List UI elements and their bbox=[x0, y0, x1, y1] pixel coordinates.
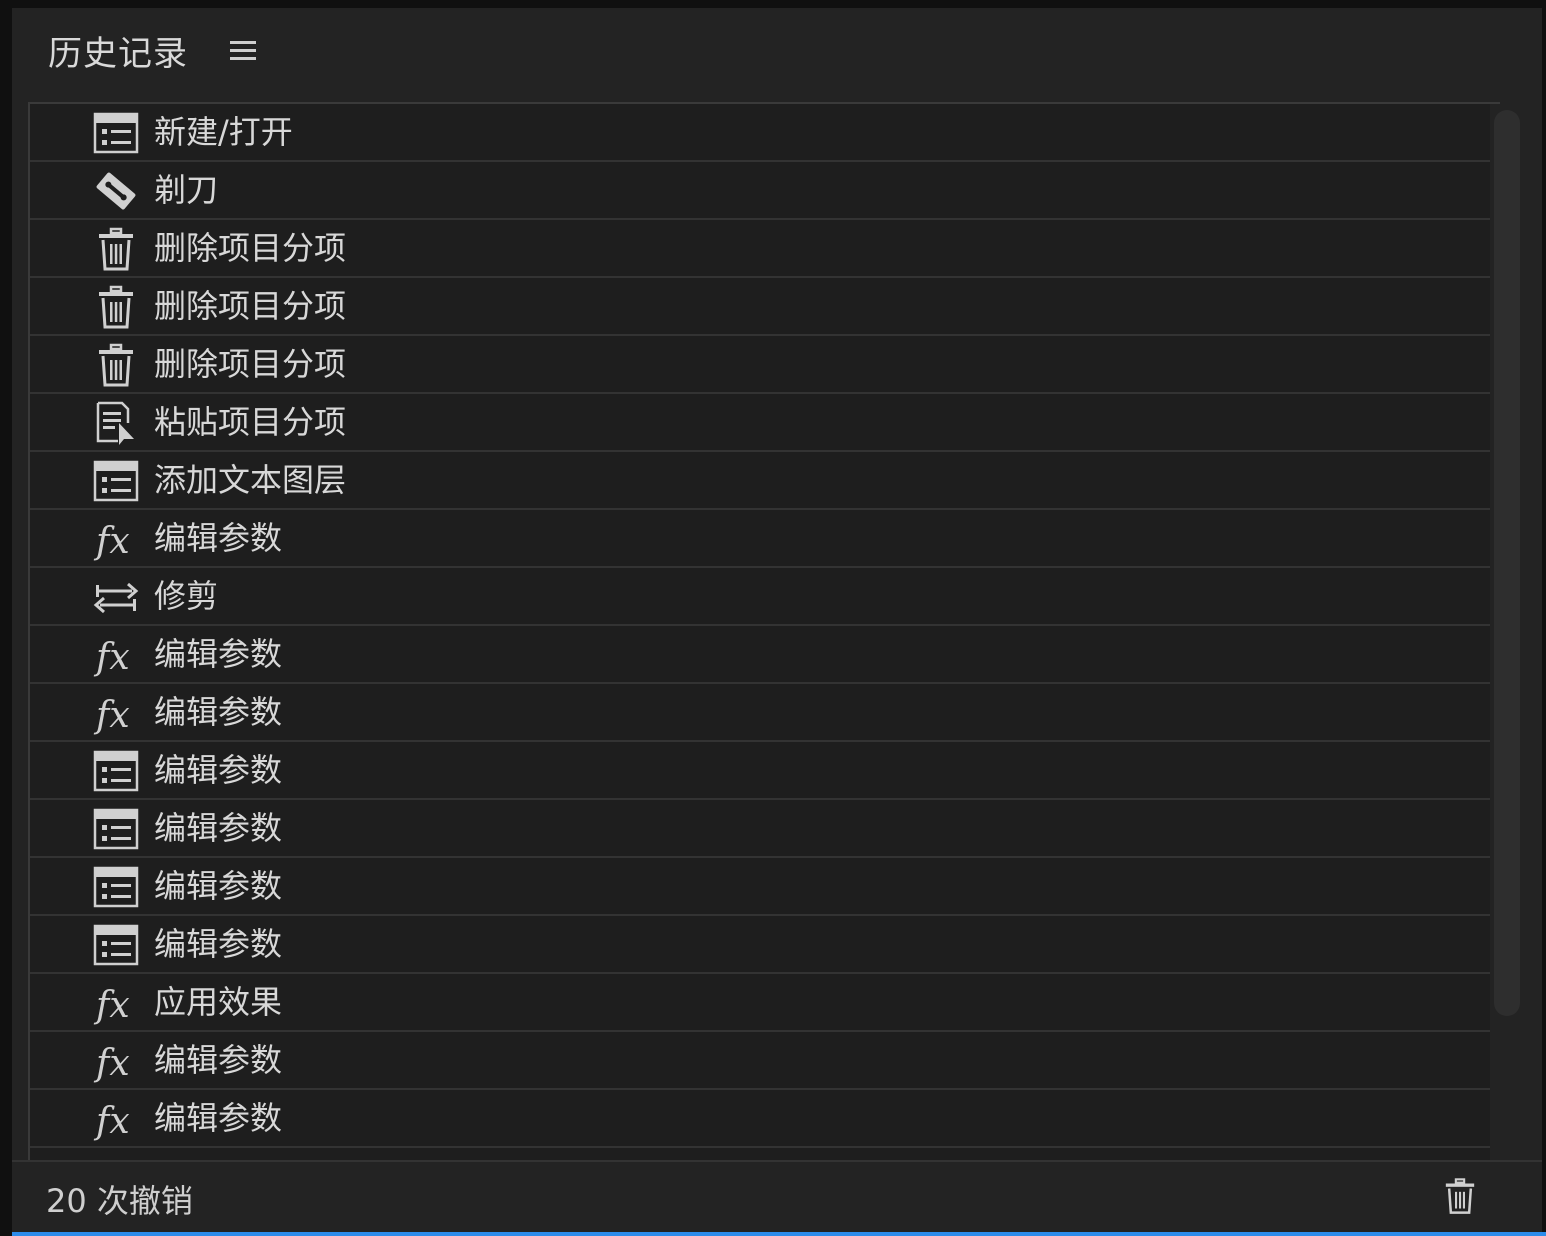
history-item[interactable]: 应用效果 bbox=[30, 974, 1490, 1032]
history-item-label: 应用效果 bbox=[154, 983, 283, 1021]
history-item[interactable]: 删除项目分项 bbox=[30, 278, 1490, 336]
history-item-label: 编辑参数 bbox=[154, 693, 283, 731]
history-item[interactable]: 修剪 bbox=[30, 568, 1490, 626]
trash-icon bbox=[92, 285, 140, 329]
history-item[interactable]: 新建/打开 bbox=[30, 104, 1490, 162]
history-item-label: 编辑参数 bbox=[154, 925, 283, 963]
history-item-label: 删除项目分项 bbox=[154, 287, 347, 325]
trash-icon bbox=[92, 343, 140, 387]
history-item[interactable]: 编辑参数 bbox=[30, 742, 1490, 800]
history-list-container: 新建/打开剃刀删除项目分项 删除项目分项 删除项目分项 粘贴项目分项 添加文本图层 编辑参… bbox=[28, 102, 1500, 1164]
fx-icon bbox=[92, 691, 140, 735]
history-item[interactable]: 删除项目分项 bbox=[30, 336, 1490, 394]
history-item[interactable]: 编辑参数 bbox=[30, 858, 1490, 916]
fx-icon bbox=[92, 1039, 140, 1083]
fx-icon bbox=[92, 517, 140, 561]
list-document-icon bbox=[92, 749, 140, 793]
panel-footer: 20 次撤销 bbox=[12, 1160, 1542, 1234]
history-item-label: 删除项目分项 bbox=[154, 345, 347, 383]
fx-icon bbox=[92, 633, 140, 677]
panel-header: 历史记录 bbox=[12, 8, 1542, 100]
history-item-label: 编辑参数 bbox=[154, 1041, 283, 1079]
history-item-label: 粘贴项目分项 bbox=[154, 403, 347, 441]
history-item[interactable]: 编辑参数 bbox=[30, 916, 1490, 974]
history-item[interactable]: 编辑参数 bbox=[30, 800, 1490, 858]
undo-count-label: 20 次撤销 bbox=[46, 1182, 193, 1220]
fx-icon bbox=[92, 1097, 140, 1141]
history-panel: 历史记录 新建/打开剃刀删除项目分项 删除项目分项 删除项目分项 粘贴项目分项 添加文本… bbox=[12, 8, 1542, 1234]
history-item-label: 删除项目分项 bbox=[154, 229, 347, 267]
razor-blade-icon bbox=[92, 169, 140, 213]
fx-icon bbox=[92, 981, 140, 1025]
list-document-icon bbox=[92, 807, 140, 851]
history-item[interactable]: 粘贴项目分项 bbox=[30, 394, 1490, 452]
history-item[interactable]: 编辑参数 bbox=[30, 684, 1490, 742]
history-item-label: 新建/打开 bbox=[154, 113, 293, 151]
history-item-label: 编辑参数 bbox=[154, 809, 283, 847]
history-item[interactable]: 删除项目分项 bbox=[30, 220, 1490, 278]
history-item-label: 编辑参数 bbox=[154, 867, 283, 905]
history-item[interactable]: 添加文本图层 bbox=[30, 452, 1490, 510]
panel-title: 历史记录 bbox=[48, 34, 188, 74]
history-item-label: 修剪 bbox=[154, 577, 219, 615]
history-item[interactable]: 编辑参数 bbox=[30, 626, 1490, 684]
history-item-label: 编辑参数 bbox=[154, 519, 283, 557]
history-item[interactable]: 编辑参数 bbox=[30, 510, 1490, 568]
list-document-icon bbox=[92, 459, 140, 503]
list-document-icon bbox=[92, 111, 140, 155]
history-item[interactable]: 编辑参数 bbox=[30, 1032, 1490, 1090]
history-item-label: 添加文本图层 bbox=[154, 461, 347, 499]
list-document-icon bbox=[92, 865, 140, 909]
trash-icon[interactable] bbox=[1440, 1174, 1480, 1218]
trim-arrows-icon bbox=[92, 575, 140, 619]
history-item-label: 编辑参数 bbox=[154, 1099, 283, 1137]
history-item[interactable]: 编辑参数 bbox=[30, 1090, 1490, 1148]
history-item-label: 编辑参数 bbox=[154, 635, 283, 673]
paste-document-icon bbox=[92, 401, 140, 445]
trash-icon bbox=[92, 227, 140, 271]
scrollbar-thumb[interactable] bbox=[1494, 110, 1520, 1016]
history-list: 新建/打开剃刀删除项目分项 删除项目分项 删除项目分项 粘贴项目分项 添加文本图层 编辑参… bbox=[30, 104, 1490, 1148]
history-item-label: 剃刀 bbox=[154, 171, 219, 209]
history-item-label: 编辑参数 bbox=[154, 751, 283, 789]
history-item[interactable]: 剃刀 bbox=[30, 162, 1490, 220]
hamburger-menu-icon[interactable] bbox=[228, 34, 260, 66]
list-document-icon bbox=[92, 923, 140, 967]
focus-accent-strip bbox=[12, 1232, 1546, 1236]
scrollbar-track[interactable] bbox=[1490, 104, 1524, 1168]
